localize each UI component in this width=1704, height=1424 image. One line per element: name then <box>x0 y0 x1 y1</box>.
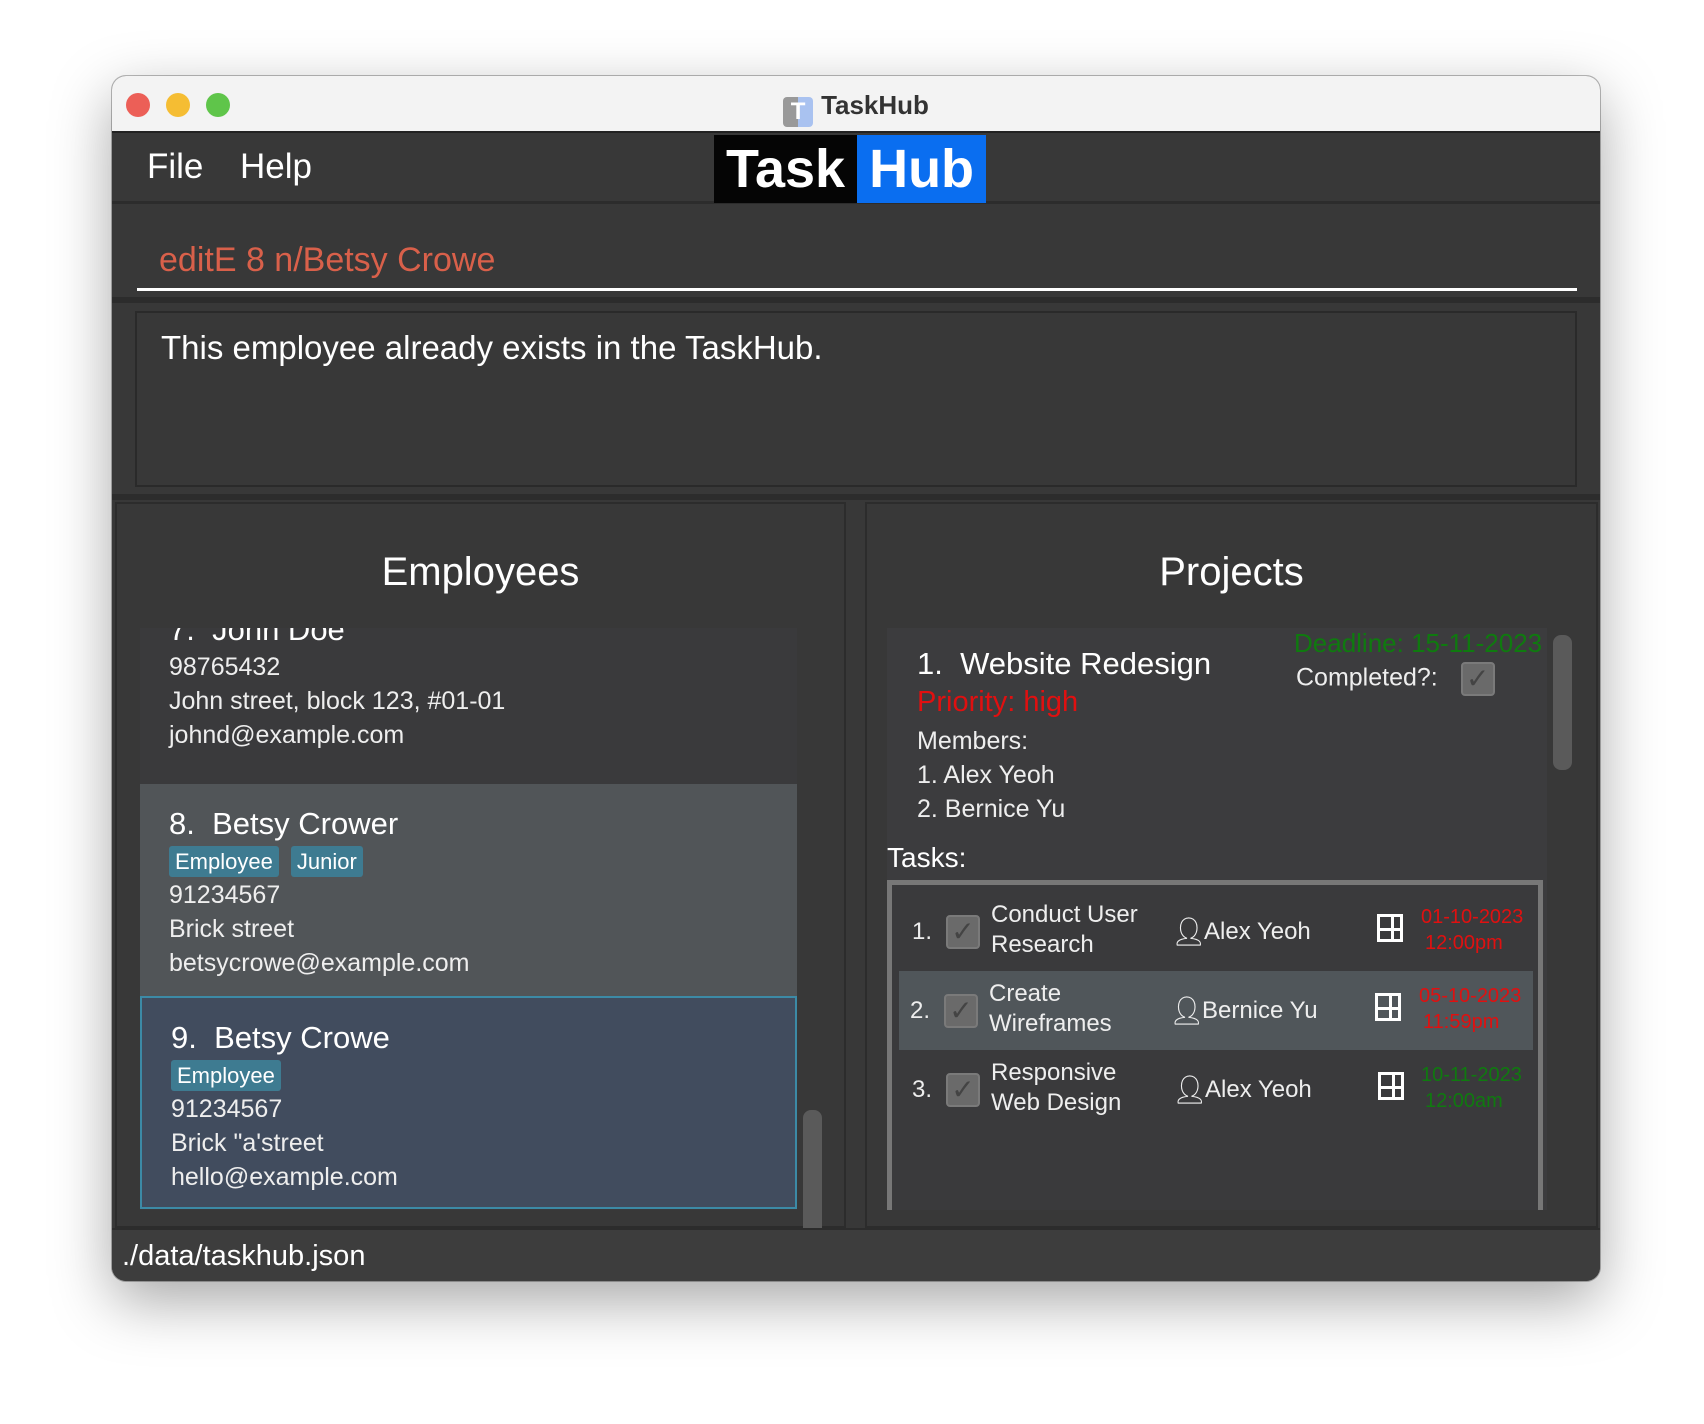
menu-help[interactable]: Help <box>240 147 312 187</box>
task-name: Create Wireframes <box>989 980 1112 1037</box>
app-window: TTaskHub File Help Task Hub This employe… <box>112 76 1600 1281</box>
logo-task: Task <box>714 135 858 203</box>
save-location: ./data/taskhub.json <box>122 1240 366 1272</box>
employee-index: 8. <box>169 806 195 841</box>
task-done-checkbox[interactable]: ✓ <box>944 994 978 1028</box>
command-box <box>137 231 1577 291</box>
divider <box>112 494 1600 500</box>
employee-name: 8. Betsy Crower <box>169 804 797 844</box>
task-row[interactable]: 3. ✓ Responsive Web Design 👤︎ Alex Yeoh … <box>899 1050 1533 1129</box>
task-time: 12:00pm <box>1425 932 1503 954</box>
project-title: 1. Website Redesign <box>917 646 1211 682</box>
divider <box>112 297 1600 303</box>
projects-panel: Projects 1. Website Redesign Deadline: 1… <box>865 502 1598 1228</box>
task-name: Conduct User Research <box>991 901 1138 958</box>
task-deadline: 01-10-2023 12:00pm <box>1421 904 1523 956</box>
menu-file[interactable]: File <box>147 147 203 187</box>
project-members: Members: 1. Alex Yeoh 2. Bernice Yu <box>917 724 1065 826</box>
task-date: 10-11-2023 <box>1421 1064 1522 1086</box>
employee-email: johnd@example.com <box>169 721 405 749</box>
employee-name: 9. Betsy Crowe <box>171 1018 795 1058</box>
task-row[interactable]: 2. ✓ Create Wireframes 👤︎ Bernice Yu 05-… <box>899 971 1533 1050</box>
window-title-text: TaskHub <box>821 90 929 120</box>
task-date: 05-10-2023 <box>1419 985 1522 1007</box>
project-index: 1. <box>917 646 943 681</box>
task-assignee: Bernice Yu <box>1202 997 1318 1024</box>
task-assignee: Alex Yeoh <box>1204 918 1311 945</box>
task-deadline: 05-10-2023 11:59pm <box>1419 983 1521 1035</box>
completed-row: Completed?: ✓ <box>1296 662 1495 696</box>
tag: Employee <box>169 846 279 877</box>
task-done-checkbox[interactable]: ✓ <box>946 915 980 949</box>
task-index: 2. <box>910 997 931 1024</box>
calendar-icon <box>1375 993 1401 1021</box>
logo: Task Hub <box>714 135 987 203</box>
members-label: Members: <box>917 727 1029 755</box>
window-title: T TaskHub <box>112 90 1600 127</box>
employee-email: hello@example.com <box>171 1163 398 1191</box>
employees-panel: Employees 7. John Doe 98765432 John stre… <box>115 502 846 1276</box>
status-bar: ./data/taskhub.json <box>112 1228 1600 1281</box>
employee-address: John street, block 123, #01-01 <box>169 687 506 715</box>
title-bar: T TaskHub <box>112 76 1600 133</box>
calendar-icon <box>1377 914 1403 942</box>
task-assignee: Alex Yeoh <box>1205 1076 1312 1103</box>
employee-name-text: Betsy Crowe <box>214 1020 390 1055</box>
task-index: 1. <box>912 918 933 945</box>
app-icon: T <box>783 97 814 127</box>
tasks-label: Tasks: <box>887 842 967 873</box>
menu-bar: File Help Task Hub <box>112 133 1600 204</box>
tag: Junior <box>290 846 363 877</box>
task-name: Responsive Web Design <box>991 1059 1122 1116</box>
task-done-checkbox[interactable]: ✓ <box>946 1073 980 1107</box>
calendar-icon <box>1378 1072 1404 1100</box>
task-date: 01-10-2023 <box>1421 906 1524 928</box>
task-index: 3. <box>912 1076 933 1103</box>
employee-tags: Employee Junior <box>169 844 797 878</box>
employee-index: 7. <box>169 628 195 647</box>
member-item: 2. Bernice Yu <box>917 795 1066 823</box>
project-list-scrollbar[interactable] <box>1553 635 1572 770</box>
employee-card-selected[interactable]: 9. Betsy Crowe Employee 91234567 Brick "… <box>140 996 797 1209</box>
employee-tags: Employee <box>171 1058 795 1092</box>
employee-email: betsycrowe@example.com <box>169 949 470 977</box>
employee-phone: 98765432 <box>169 653 281 681</box>
result-message: This employee already exists in the Task… <box>161 329 823 366</box>
employee-card[interactable]: 7. John Doe 98765432 John street, block … <box>140 628 797 784</box>
employee-phone: 91234567 <box>171 1095 283 1123</box>
person-icon: 👤︎ <box>1172 1074 1208 1105</box>
employee-phone: 91234567 <box>169 881 281 909</box>
project-deadline: Deadline: 15-11-2023 <box>1294 628 1543 658</box>
employee-index: 9. <box>171 1020 197 1055</box>
completed-checkbox[interactable]: ✓ <box>1460 662 1495 696</box>
completed-label: Completed?: <box>1296 663 1438 692</box>
task-deadline: 10-11-2023 12:00am <box>1421 1062 1522 1114</box>
employees-header: Employees <box>381 550 580 594</box>
command-input[interactable] <box>137 231 1577 289</box>
employee-list: 7. John Doe 98765432 John street, block … <box>140 628 797 1210</box>
task-list: 1. ✓ Conduct User Research 👤︎ Alex Yeoh … <box>887 880 1543 1210</box>
employee-address: Brick street <box>169 915 295 943</box>
employee-address: Brick "a'street <box>171 1129 324 1157</box>
member-item: 1. Alex Yeoh <box>917 761 1055 789</box>
task-time: 12:00am <box>1425 1090 1503 1112</box>
person-icon: 👤︎ <box>1171 916 1207 947</box>
project-card[interactable]: 1. Website Redesign Deadline: 15-11-2023… <box>887 628 1547 1210</box>
result-display: This employee already exists in the Task… <box>135 311 1577 487</box>
projects-header: Projects <box>1159 550 1304 594</box>
employee-name-text: John Doe <box>212 628 345 647</box>
task-row[interactable]: 1. ✓ Conduct User Research 👤︎ Alex Yeoh … <box>899 892 1533 971</box>
employee-name-text: Betsy Crower <box>212 806 399 841</box>
person-icon: 👤︎ <box>1169 995 1205 1026</box>
project-priority: Priority: high <box>917 686 1079 718</box>
logo-hub: Hub <box>857 135 987 203</box>
employee-card[interactable]: 8. Betsy Crower Employee Junior 91234567 … <box>140 784 797 996</box>
task-time: 11:59pm <box>1423 1011 1500 1033</box>
employee-name: 7. John Doe <box>169 628 797 650</box>
project-name: Website Redesign <box>960 646 1212 681</box>
tag: Employee <box>171 1060 281 1091</box>
